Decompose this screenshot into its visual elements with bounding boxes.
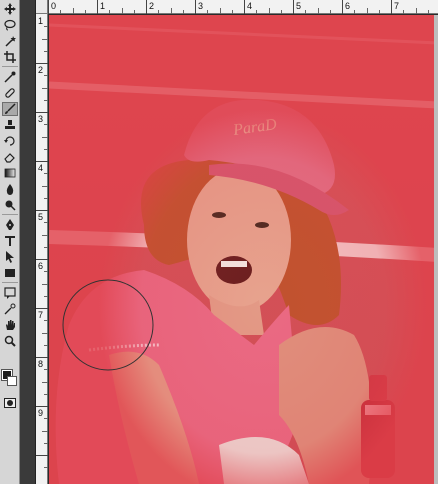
toolbox-separator xyxy=(2,66,18,67)
pen-tool-icon[interactable] xyxy=(2,218,18,232)
notes-tool-icon[interactable] xyxy=(2,286,18,300)
toolbox-separator xyxy=(2,214,18,215)
eraser-tool-icon[interactable] xyxy=(2,150,18,164)
toolbox-separator xyxy=(2,282,18,283)
ruler-label: 5 xyxy=(296,1,302,11)
toolbox xyxy=(0,0,20,484)
ruler-label: 4 xyxy=(247,1,253,11)
shape-tool-icon[interactable] xyxy=(2,266,18,280)
type-tool-icon[interactable] xyxy=(2,234,18,248)
eyedropper-tool-icon[interactable] xyxy=(2,70,18,84)
blur-tool-icon[interactable] xyxy=(2,182,18,196)
ruler-label: 7 xyxy=(394,1,400,11)
ruler-label: 6 xyxy=(38,261,44,271)
document-canvas[interactable]: ParaD xyxy=(49,15,438,484)
ruler-vertical[interactable]: 1 2 3 4 5 6 7 8 9 xyxy=(36,14,48,484)
ruler-label: 0 xyxy=(51,1,57,11)
clone-stamp-tool-icon[interactable] xyxy=(2,118,18,132)
vertical-scrollbar[interactable] xyxy=(434,15,438,484)
ruler-label: 2 xyxy=(38,65,44,75)
photo-layer: ParaD xyxy=(49,15,438,484)
history-brush-tool-icon[interactable] xyxy=(2,134,18,148)
ruler-label: 3 xyxy=(38,114,44,124)
brush-tool-icon[interactable] xyxy=(2,102,18,116)
ruler-label: 7 xyxy=(38,310,44,320)
ruler-label: 5 xyxy=(38,212,44,222)
ruler-label: 4 xyxy=(38,163,44,173)
lasso-tool-icon[interactable] xyxy=(2,18,18,32)
ruler-label: 8 xyxy=(38,359,44,369)
gradient-tool-icon[interactable] xyxy=(2,166,18,180)
zoom-tool-icon[interactable] xyxy=(2,334,18,348)
ruler-label: 9 xyxy=(38,408,44,418)
background-color-swatch[interactable] xyxy=(7,376,17,386)
hand-tool-icon[interactable] xyxy=(2,318,18,332)
color-swatches[interactable] xyxy=(1,369,18,388)
panel-divider xyxy=(20,0,36,484)
ruler-origin[interactable] xyxy=(36,0,48,14)
path-selection-tool-icon[interactable] xyxy=(2,250,18,264)
healing-brush-tool-icon[interactable] xyxy=(2,86,18,100)
quick-mask-overlay xyxy=(49,15,438,484)
ruler-label: 1 xyxy=(100,1,106,11)
eyedropper-sample-tool-icon[interactable] xyxy=(2,302,18,316)
dodge-tool-icon[interactable] xyxy=(2,198,18,212)
move-tool-icon[interactable] xyxy=(2,2,18,16)
ruler-label: 3 xyxy=(198,1,204,11)
ruler-label: 2 xyxy=(149,1,155,11)
ruler-horizontal-ticks xyxy=(48,0,429,14)
ruler-label: 6 xyxy=(345,1,351,11)
ruler-label: 1 xyxy=(38,16,44,26)
ruler-horizontal[interactable]: 0 1 2 3 4 5 6 7 xyxy=(48,0,438,14)
magic-wand-tool-icon[interactable] xyxy=(2,34,18,48)
crop-tool-icon[interactable] xyxy=(2,50,18,64)
quick-mask-mode-icon[interactable] xyxy=(2,396,18,410)
